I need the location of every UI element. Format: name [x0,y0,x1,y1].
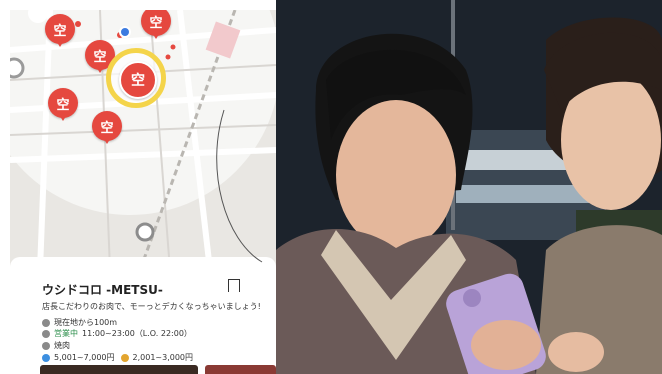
photo-people-looking-at-phone [276,0,662,374]
screen: 空 空 空 空 空 空 ウシドコロ -METSU- 店長こだわりのお肉で、モーっ… [0,0,662,374]
